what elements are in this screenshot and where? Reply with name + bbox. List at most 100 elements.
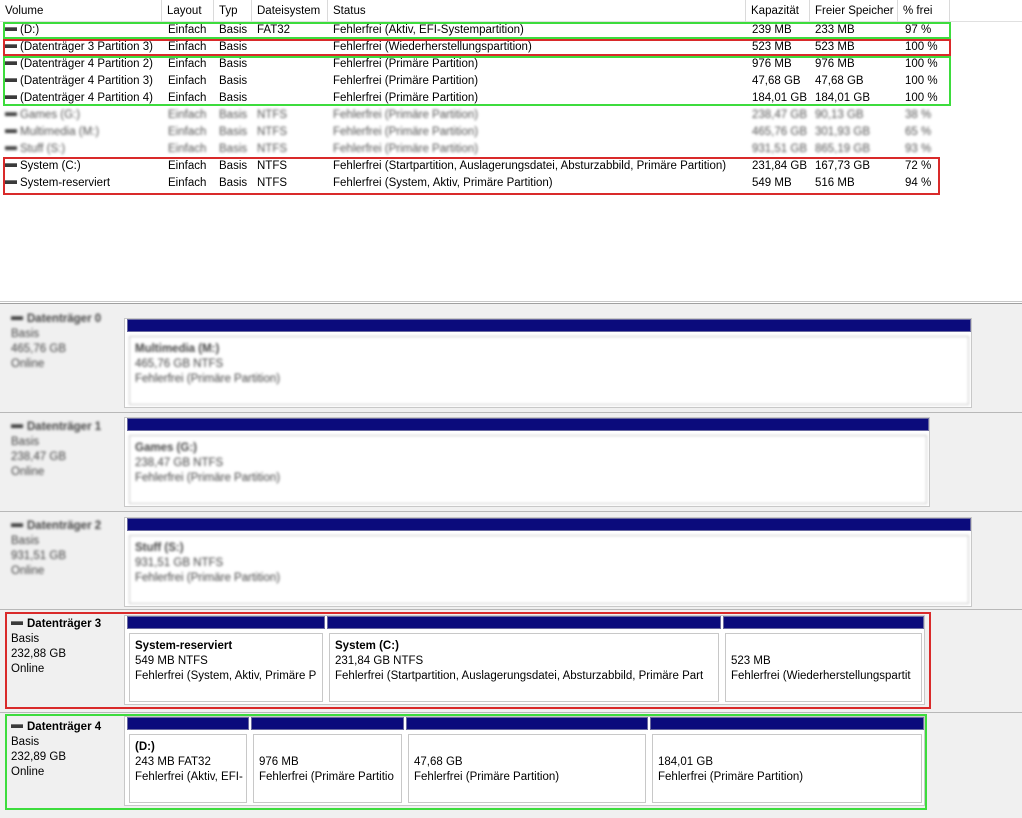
partition-size-fs: 976 MB <box>259 756 299 768</box>
volume-row[interactable]: System-reserviert Einfach Basis NTFS Fehlerf… <box>0 175 1022 192</box>
volume-row[interactable]: (Datenträger 4 Partition 3) Einfach Basis F… <box>0 73 1022 90</box>
volume-type: Basis <box>219 75 248 87</box>
partition-title <box>731 639 917 654</box>
partition-block[interactable]: System (C:) 231,84 GB NTFS Fehlerfrei (Sta… <box>327 616 721 704</box>
disk-row[interactable]: Datenträger 0 Basis 465,76 GB Online Multime… <box>0 304 1022 411</box>
disk-partition-area: Games (G:) 238,47 GB NTFS Fehlerfrei (Prim… <box>124 417 930 507</box>
volume-percent-free: 72 % <box>905 160 932 172</box>
col-volume[interactable]: Volume <box>0 0 162 22</box>
disk-label[interactable]: Datenträger 0 Basis 465,76 GB Online <box>11 312 101 372</box>
volume-percent-free: 100 % <box>905 41 938 53</box>
col-percent-free[interactable]: % frei <box>898 0 950 22</box>
col-layout[interactable]: Layout <box>162 0 214 22</box>
disk-name: Datenträger 2 <box>11 519 101 534</box>
volume-name: (Datenträger 4 Partition 2) <box>5 56 162 73</box>
disk-name: Datenträger 4 <box>11 720 101 735</box>
volume-status: Fehlerfrei (Wiederherstellungspartition) <box>333 41 532 53</box>
volume-status: Fehlerfrei (Aktiv, EFI-Systempartition) <box>333 24 524 36</box>
disk-partition-area: (D:) 243 MB FAT32 Fehlerfrei (Aktiv, EFI- 9… <box>124 716 925 806</box>
partition-color-bar <box>406 717 648 730</box>
volume-name: (Datenträger 4 Partition 4) <box>5 90 162 107</box>
col-capacity[interactable]: Kapazität <box>746 0 810 22</box>
disk-row[interactable]: Datenträger 4 Basis 232,89 GB Online (D:) 243… <box>0 712 1022 818</box>
disk-row[interactable]: Datenträger 2 Basis 931,51 GB Online Stuff (… <box>0 511 1022 609</box>
volume-capacity: 523 MB <box>752 41 792 53</box>
partition-block[interactable]: Multimedia (M:) 465,76 GB NTFS Fehlerfrei … <box>127 319 971 407</box>
volume-status: Fehlerfrei (System, Aktiv, Primäre Parti… <box>333 177 553 189</box>
col-filesystem[interactable]: Dateisystem <box>252 0 328 22</box>
volume-layout: Einfach <box>168 75 207 87</box>
volume-row[interactable]: (Datenträger 3 Partition 3) Einfach Basis F… <box>0 39 1022 56</box>
partition-title <box>414 740 641 755</box>
volume-status: Fehlerfrei (Primäre Partition) <box>333 58 479 70</box>
volume-row[interactable]: (Datenträger 4 Partition 4) Einfach Basis F… <box>0 90 1022 107</box>
partition-block[interactable]: 47,68 GB Fehlerfrei (Primäre Partition) <box>406 717 648 805</box>
partition-size-fs: 47,68 GB <box>414 756 463 768</box>
partition-size-fs: 931,51 GB NTFS <box>135 557 224 569</box>
volume-percent-free: 100 % <box>905 58 938 70</box>
partition-block[interactable]: System-reserviert 549 MB NTFS Fehlerfrei (… <box>127 616 325 704</box>
volume-row[interactable]: (D:) Einfach Basis FAT32 Fehlerfrei (Aktiv, … <box>0 22 1022 39</box>
partition-color-bar <box>127 319 971 332</box>
partition-block[interactable]: Games (G:) 238,47 GB NTFS Fehlerfrei (Prim… <box>127 418 929 506</box>
volume-name-text: System (C:) <box>20 160 81 172</box>
disk-drive-icon <box>11 315 23 320</box>
volume-layout: Einfach <box>168 177 207 189</box>
volume-row[interactable]: System (C:) Einfach Basis NTFS Fehlerfrei (S… <box>0 158 1022 175</box>
disk-state: Online <box>11 466 45 478</box>
partition-body: Multimedia (M:) 465,76 GB NTFS Fehlerfrei … <box>129 336 969 405</box>
volume-row[interactable]: Games (G:) Einfach Basis NTFS Fehlerfrei (Pr… <box>0 107 1022 124</box>
volume-name: (D:) <box>5 22 162 39</box>
volume-drive-icon <box>5 179 17 184</box>
partition-block[interactable]: 523 MB Fehlerfrei (Wiederherstellungspart… <box>723 616 924 704</box>
disk-name: Datenträger 3 <box>11 617 101 632</box>
volume-status: Fehlerfrei (Primäre Partition) <box>333 109 479 121</box>
disk-label[interactable]: Datenträger 3 Basis 232,88 GB Online <box>11 617 101 677</box>
volume-capacity: 238,47 GB <box>752 109 807 121</box>
partition-size-fs: 243 MB FAT32 <box>135 756 211 768</box>
volume-free: 523 MB <box>815 41 855 53</box>
volume-name: Stuff (S:) <box>5 141 162 158</box>
volume-name-text: (Datenträger 3 Partition 3) <box>20 41 153 53</box>
disk-type: Basis <box>11 736 40 748</box>
volume-percent-free: 93 % <box>905 143 932 155</box>
disk-state: Online <box>11 358 45 370</box>
col-free-space[interactable]: Freier Speicher <box>810 0 898 22</box>
volume-type: Basis <box>219 143 248 155</box>
partition-block[interactable]: 976 MB Fehlerfrei (Primäre Partitio <box>251 717 404 805</box>
volume-list[interactable]: Volume Layout Typ Dateisystem Status Kap… <box>0 0 1022 302</box>
volume-drive-icon <box>5 94 17 99</box>
volume-status: Fehlerfrei (Primäre Partition) <box>333 75 479 87</box>
partition-block[interactable]: 184,01 GB Fehlerfrei (Primäre Partition) <box>650 717 924 805</box>
volume-filesystem: NTFS <box>257 126 288 138</box>
volume-percent-free: 65 % <box>905 126 932 138</box>
col-status[interactable]: Status <box>328 0 746 22</box>
disk-state: Online <box>11 766 45 778</box>
volume-layout: Einfach <box>168 126 207 138</box>
disk-label[interactable]: Datenträger 2 Basis 931,51 GB Online <box>11 519 101 579</box>
volume-layout: Einfach <box>168 143 207 155</box>
disk-drive-icon <box>11 423 23 428</box>
partition-status: Fehlerfrei (System, Aktiv, Primäre P <box>135 670 317 682</box>
volume-name: (Datenträger 4 Partition 3) <box>5 73 162 90</box>
disk-label[interactable]: Datenträger 1 Basis 238,47 GB Online <box>11 420 101 480</box>
disk-row[interactable]: Datenträger 3 Basis 232,88 GB Online System-… <box>0 609 1022 712</box>
volume-name: Games (G:) <box>5 107 162 124</box>
partition-color-bar <box>723 616 924 629</box>
volume-free: 233 MB <box>815 24 855 36</box>
volume-capacity: 231,84 GB <box>752 160 807 172</box>
partition-block[interactable]: Stuff (S:) 931,51 GB NTFS Fehlerfrei (Prim… <box>127 518 971 606</box>
volume-type: Basis <box>219 177 248 189</box>
partition-block[interactable]: (D:) 243 MB FAT32 Fehlerfrei (Aktiv, EFI- <box>127 717 249 805</box>
volume-row[interactable]: Stuff (S:) Einfach Basis NTFS Fehlerfrei (Pr… <box>0 141 1022 158</box>
partition-status: Fehlerfrei (Primäre Partitio <box>259 771 394 783</box>
disk-graphic-view[interactable]: Datenträger 0 Basis 465,76 GB Online Multime… <box>0 303 1022 818</box>
disk-row[interactable]: Datenträger 1 Basis 238,47 GB Online Games (… <box>0 412 1022 511</box>
volume-filesystem: NTFS <box>257 143 288 155</box>
volume-row[interactable]: (Datenträger 4 Partition 2) Einfach Basis F… <box>0 56 1022 73</box>
volume-capacity: 976 MB <box>752 58 792 70</box>
disk-label[interactable]: Datenträger 4 Basis 232,89 GB Online <box>11 720 101 780</box>
volume-drive-icon <box>5 43 17 48</box>
col-type[interactable]: Typ <box>214 0 252 22</box>
volume-row[interactable]: Multimedia (M:) Einfach Basis NTFS Fehlerfre… <box>0 124 1022 141</box>
